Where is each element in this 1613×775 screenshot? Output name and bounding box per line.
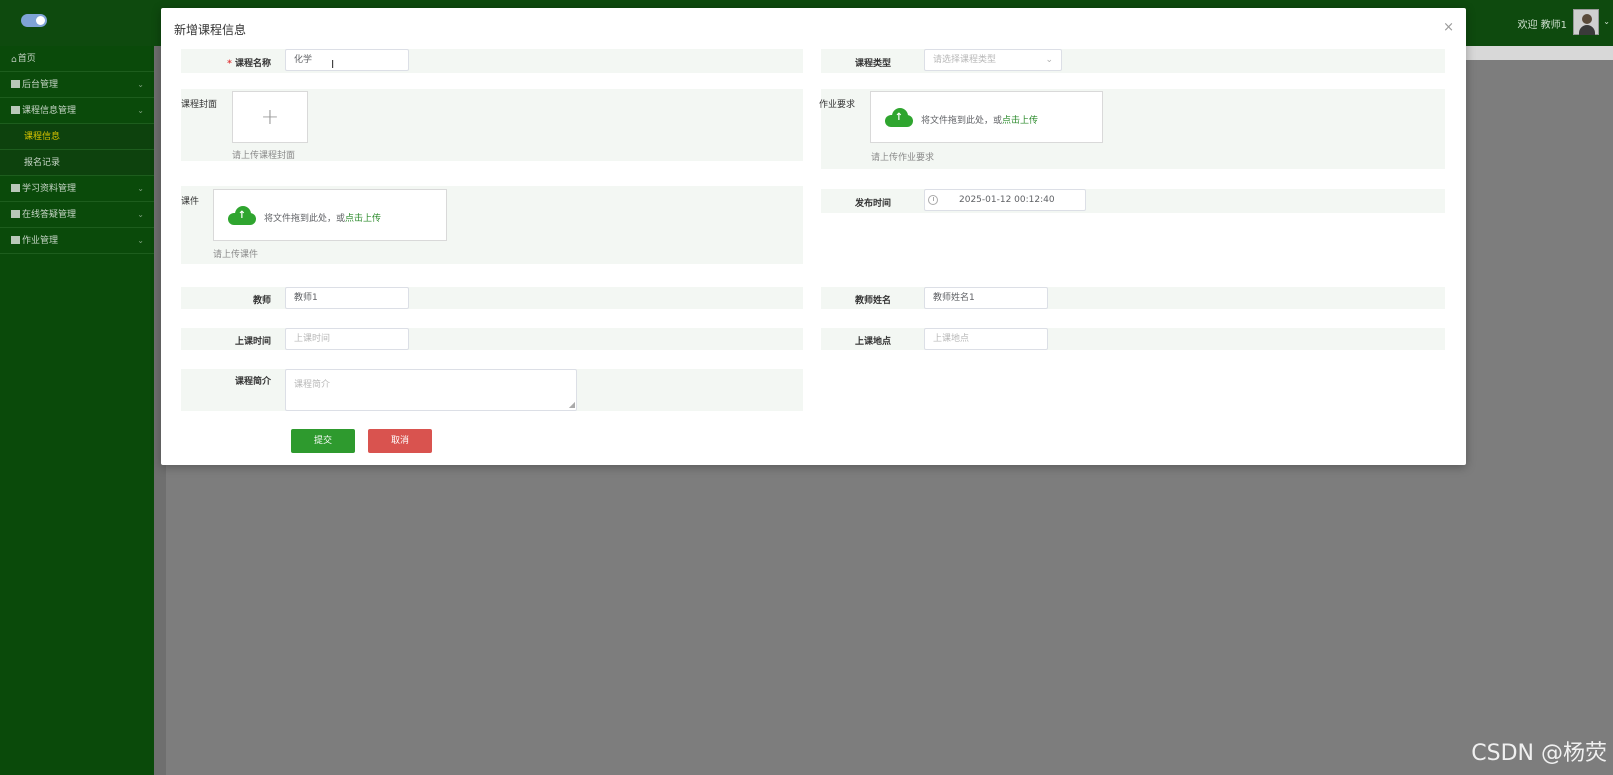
table-icon: [11, 80, 20, 88]
sidebar: ⌂首页 后台管理 ⌄ 课程信息管理 ⌄ 课程信息 报名记录 学习资料管理 ⌄ 在…: [0, 46, 154, 775]
sidebar-item-label: 课程信息管理: [22, 106, 77, 116]
sidebar-item-label: 报名记录: [24, 158, 61, 168]
chevron-down-icon[interactable]: ⌄: [1603, 17, 1610, 26]
homework-hint: 请上传作业要求: [871, 153, 935, 163]
chevron-down-icon: ⌄: [1045, 55, 1053, 65]
table-icon: [11, 210, 20, 218]
sidebar-item-label: 学习资料管理: [22, 184, 77, 194]
sidebar-item-label: 作业管理: [22, 236, 59, 246]
chevron-down-icon: ⌄: [137, 184, 144, 193]
homework-drop-text: 将文件拖到此处，或点击上传: [921, 116, 1039, 126]
chevron-down-icon: ⌄: [137, 210, 144, 219]
course-type-select[interactable]: 请选择课程类型 ⌄: [924, 49, 1062, 71]
course-type-row: [821, 49, 1445, 73]
class-time-input[interactable]: 上课时间: [285, 328, 409, 350]
publish-time-row: [821, 189, 1445, 213]
class-place-input[interactable]: 上课地点: [924, 328, 1048, 350]
resize-handle-icon[interactable]: ◢: [569, 400, 575, 409]
course-name-input[interactable]: 化学 I: [285, 49, 409, 71]
sidebar-item-label: 后台管理: [22, 80, 59, 90]
teacher-name-label: 教师姓名: [854, 296, 891, 306]
sidebar-item-enroll-records[interactable]: 报名记录: [0, 150, 154, 176]
course-type-label: 课程类型: [854, 59, 891, 69]
publish-time-label: 发布时间: [854, 199, 891, 209]
courseware-drop-text: 将文件拖到此处，或点击上传: [264, 214, 382, 224]
course-cover-upload[interactable]: +: [232, 91, 308, 143]
course-name-label: * 课程名称: [227, 59, 271, 69]
upload-cloud-icon: ↑: [885, 107, 913, 127]
home-icon: ⌂: [11, 55, 17, 65]
sidebar-item-label: 首页: [17, 54, 36, 64]
course-name-row: [181, 49, 803, 73]
chevron-down-icon: ⌄: [137, 236, 144, 245]
courseware-hint: 请上传课件: [213, 250, 259, 260]
chevron-down-icon: ⌄: [137, 80, 144, 89]
plus-icon: +: [260, 105, 280, 130]
homework-label: 作业要求: [819, 100, 856, 110]
csdn-watermark: CSDN @杨荧: [1471, 741, 1607, 766]
courseware-label: 课件: [181, 197, 200, 207]
avatar[interactable]: [1573, 9, 1599, 35]
courseware-upload-dropzone[interactable]: ↑ 将文件拖到此处，或点击上传: [213, 189, 447, 241]
sidebar-item-course-info[interactable]: 课程信息: [0, 124, 154, 150]
clock-icon: [928, 195, 938, 205]
folder-icon: [11, 184, 20, 192]
sidebar-item-homework[interactable]: 作业管理 ⌄: [0, 228, 154, 254]
dialog-title: 新增课程信息: [174, 23, 247, 37]
upload-cloud-icon: ↑: [228, 205, 256, 225]
sidebar-item-materials[interactable]: 学习资料管理 ⌄: [0, 176, 154, 202]
sidebar-toggle[interactable]: [21, 14, 47, 27]
sidebar-item-course-management[interactable]: 课程信息管理 ⌄: [0, 98, 154, 124]
sidebar-item-admin[interactable]: 后台管理 ⌄: [0, 72, 154, 98]
welcome-text: 欢迎 教师1: [1517, 20, 1567, 31]
submit-button[interactable]: 提交: [291, 429, 355, 453]
course-cover-label: 课程封面: [181, 100, 218, 110]
sidebar-item-label: 在线答疑管理: [22, 210, 77, 220]
class-time-label: 上课时间: [234, 337, 271, 347]
cancel-button[interactable]: 取消: [368, 429, 432, 453]
class-time-row: [181, 328, 803, 350]
sidebar-item-qa[interactable]: 在线答疑管理 ⌄: [0, 202, 154, 228]
table-icon: [11, 106, 20, 114]
teacher-label: 教师: [252, 296, 271, 306]
teacher-name-input[interactable]: 教师姓名1: [924, 287, 1048, 309]
publish-time-picker[interactable]: 2025-01-12 00:12:40: [924, 189, 1086, 211]
chevron-down-icon: ⌄: [137, 106, 144, 115]
course-cover-hint: 请上传课程封面: [232, 151, 296, 161]
homework-upload-link[interactable]: 点击上传: [1002, 116, 1038, 126]
sidebar-item-label: 课程信息: [24, 132, 61, 142]
class-place-label: 上课地点: [854, 337, 891, 347]
sidebar-item-home[interactable]: ⌂首页: [0, 46, 154, 72]
add-course-dialog: 新增课程信息 × * 课程名称 化学 I 课程类型 请选择课程类型 ⌄ 课程封面…: [161, 8, 1466, 465]
courseware-upload-link[interactable]: 点击上传: [345, 214, 381, 224]
teacher-input[interactable]: 教师1: [285, 287, 409, 309]
close-icon[interactable]: ×: [1443, 20, 1454, 35]
edit-icon: [11, 236, 20, 244]
text-cursor-icon: I: [331, 58, 335, 71]
teacher-row: [181, 287, 803, 309]
homework-upload-dropzone[interactable]: ↑ 将文件拖到此处，或点击上传: [870, 91, 1103, 143]
class-place-row: [821, 328, 1445, 350]
intro-label: 课程简介: [234, 377, 271, 387]
intro-textarea[interactable]: 课程简介 ◢: [285, 369, 577, 411]
teacher-name-row: [821, 287, 1445, 309]
